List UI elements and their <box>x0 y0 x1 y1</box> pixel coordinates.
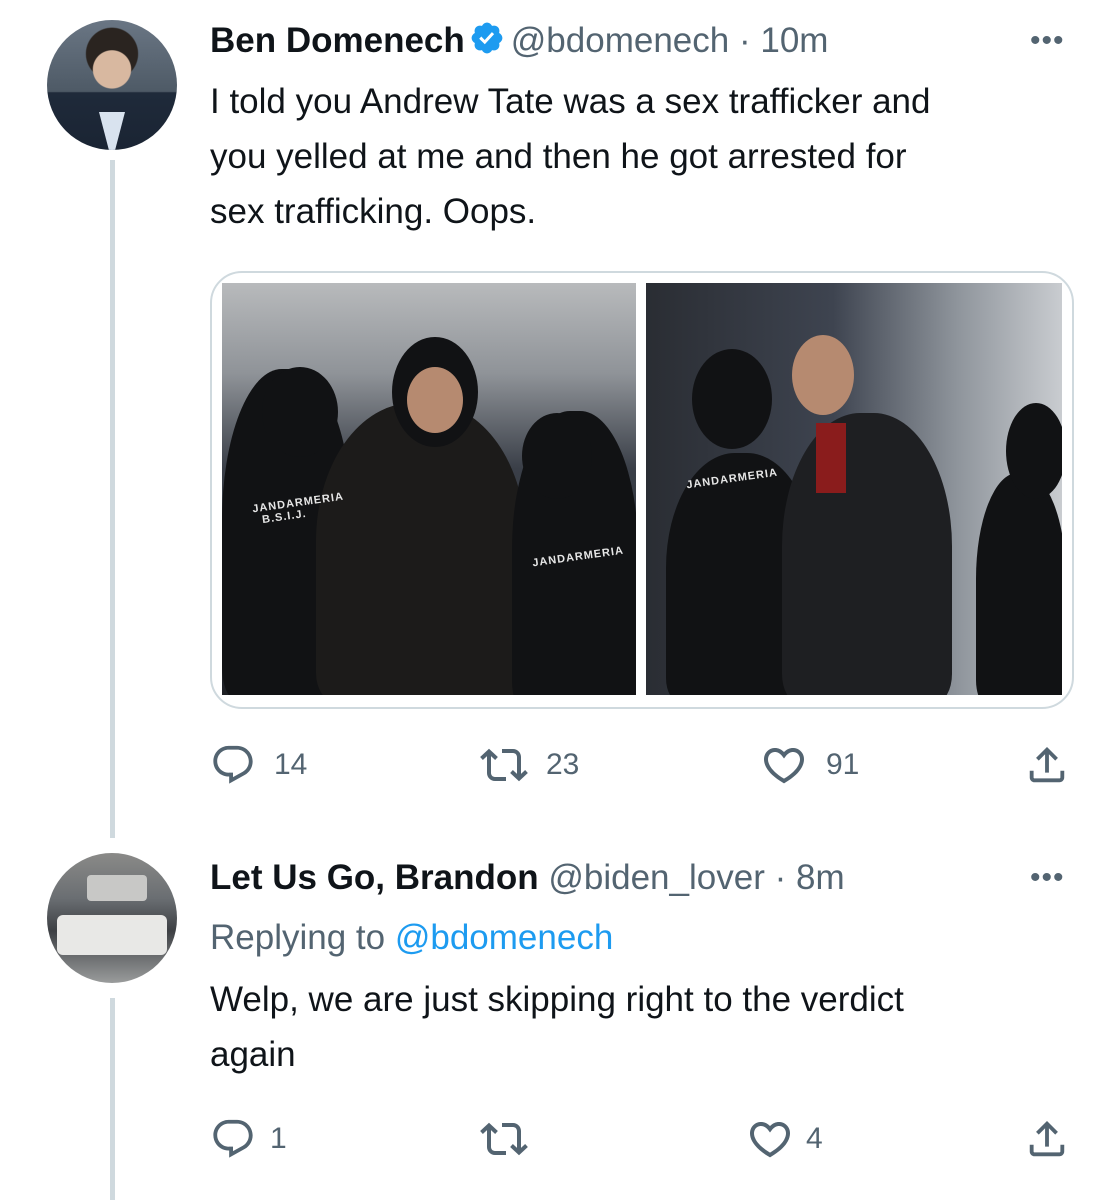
tweet-text: Welp, we are just skipping right to the … <box>210 972 1070 1082</box>
timestamp[interactable]: 8m <box>796 858 845 897</box>
red-shirt <box>816 423 846 493</box>
balaclava-head <box>262 367 338 457</box>
avatar-shirt <box>99 112 125 150</box>
person-figure <box>782 413 952 695</box>
officer-figure <box>976 473 1062 695</box>
replying-to-label: Replying to <box>210 918 386 957</box>
timestamp[interactable]: 10m <box>760 21 828 60</box>
tweet-text-line: again <box>210 1035 296 1074</box>
tweet-text-line: sex trafficking. Oops. <box>210 192 537 231</box>
avatar[interactable] <box>47 20 177 150</box>
reply-count: 14 <box>274 748 308 781</box>
media-photo-2[interactable]: JANDARMERIA <box>646 283 1062 695</box>
avatar[interactable] <box>47 853 177 983</box>
face <box>792 335 854 415</box>
face <box>407 367 463 433</box>
tweet-actions: 1 4 <box>210 1114 1070 1164</box>
handle[interactable]: @bdomenech <box>511 21 729 60</box>
like-count: 4 <box>806 1122 823 1155</box>
handle[interactable]: @biden_lover <box>548 858 765 897</box>
like-count: 91 <box>826 748 860 781</box>
thread-connector-continued <box>110 998 115 1200</box>
retweet-button[interactable] <box>480 1114 528 1164</box>
balaclava-head <box>522 413 592 499</box>
share-icon <box>1024 1116 1070 1162</box>
avatar-vehicle <box>57 915 167 955</box>
like-button[interactable]: 91 <box>760 740 859 790</box>
display-name[interactable]: Let Us Go, Brandon <box>210 858 539 897</box>
share-button[interactable] <box>1024 1114 1070 1164</box>
retweet-icon <box>480 1115 528 1163</box>
media-photo-1[interactable]: JANDARMERIA B.S.I.J. JANDARMERIA <box>222 283 636 695</box>
share-icon <box>1024 742 1070 788</box>
thread-connector <box>110 160 115 838</box>
verified-badge-icon <box>469 20 505 66</box>
separator-dot: · <box>738 21 751 60</box>
reply-icon <box>210 742 256 788</box>
tweet-actions: 14 23 91 <box>210 740 1070 790</box>
replying-to: Replying to @bdomenech <box>210 916 613 960</box>
tweet-text-line: Welp, we are just skipping right to the … <box>210 980 904 1019</box>
reply-button[interactable]: 14 <box>210 740 307 790</box>
retweet-count: 23 <box>546 748 580 781</box>
avatar-vehicle <box>87 875 147 901</box>
reply-icon <box>210 1116 256 1162</box>
tweet-header: Let Us Go, Brandon @biden_lover · 8m <box>210 857 845 899</box>
reply-button[interactable]: 1 <box>210 1114 287 1164</box>
display-name[interactable]: Ben Domenech <box>210 21 465 60</box>
more-options-icon[interactable]: ••• <box>1030 861 1065 895</box>
like-button[interactable]: 4 <box>746 1114 823 1164</box>
person-figure <box>316 403 526 695</box>
heart-icon <box>746 1115 794 1163</box>
retweet-button[interactable]: 23 <box>480 740 579 790</box>
separator-dot: · <box>774 858 787 897</box>
tweet-text-line: you yelled at me and then he got arreste… <box>210 137 907 176</box>
tweet-text-line: I told you Andrew Tate was a sex traffic… <box>210 82 931 121</box>
balaclava-head <box>1006 403 1062 499</box>
tweet-header: Ben Domenech @bdomenech · 10m <box>210 20 828 66</box>
tweet-media[interactable]: JANDARMERIA B.S.I.J. JANDARMERIA JANDARM… <box>210 271 1074 709</box>
replying-to-mention[interactable]: @bdomenech <box>395 918 613 957</box>
more-options-icon[interactable]: ••• <box>1030 24 1065 58</box>
share-button[interactable] <box>1024 740 1070 790</box>
retweet-icon <box>480 741 528 789</box>
tweet-text: I told you Andrew Tate was a sex traffic… <box>210 74 1070 239</box>
reply-count: 1 <box>270 1122 287 1155</box>
heart-icon <box>760 741 808 789</box>
balaclava-head <box>692 349 772 449</box>
